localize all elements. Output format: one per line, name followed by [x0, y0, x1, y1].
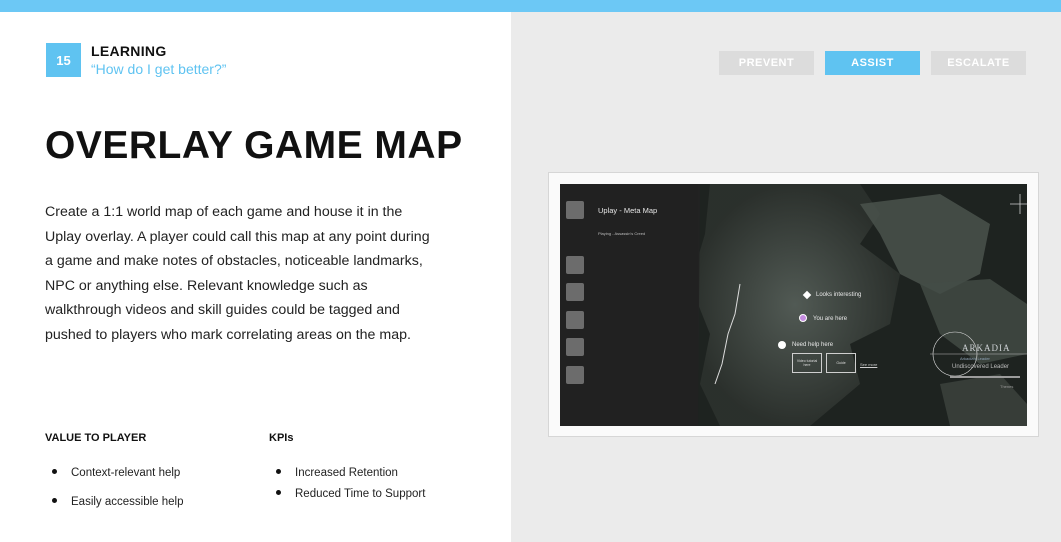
kpi-list-item: Increased Retention: [276, 467, 398, 479]
description-line: Uplay overlay. A player could call this …: [45, 228, 430, 245]
assist-tab[interactable]: ASSIST: [825, 51, 920, 75]
page-title: OVERLAY GAME MAP: [45, 124, 463, 167]
description-line: walkthrough videos and skill guides coul…: [45, 302, 400, 319]
bullet-icon: [276, 469, 281, 475]
prevent-tab[interactable]: PREVENT: [719, 51, 814, 75]
description-line: a game and make notes of obstacles, noti…: [45, 253, 423, 270]
player-avatar-icon[interactable]: [799, 314, 807, 322]
value-list-item: Easily accessible help: [52, 496, 184, 508]
section-title: LEARNING: [91, 43, 167, 59]
app-logo-icon[interactable]: [566, 201, 584, 219]
region-progress-bar: [950, 376, 1020, 378]
value-to-player-heading: VALUE TO PLAYER: [45, 432, 147, 444]
escalate-tab[interactable]: ESCALATE: [931, 51, 1026, 75]
sidebar-nav-icon[interactable]: [566, 256, 584, 274]
region-leader-status: Undiscovered Leader: [952, 364, 1010, 370]
section-number-badge: 15: [46, 43, 81, 77]
now-playing-text: Playing - Assassin's Creed: [598, 231, 646, 236]
region-owner: Thenes: [1000, 384, 1014, 389]
description-line: pushed to players who mark correlating a…: [45, 326, 411, 343]
description-line: NPC or anything else. Relevant knowledge…: [45, 277, 368, 294]
bullet-icon: [276, 490, 281, 496]
description-line: Create a 1:1 world map of each game and …: [45, 204, 403, 220]
region-subtitle: Arkadia's Leader: [960, 356, 990, 361]
sidebar-nav-icon[interactable]: [566, 311, 584, 329]
landmark-pin-label: Looks interesting: [816, 292, 862, 298]
section-subtitle: “How do I get better?”: [91, 61, 227, 77]
kpi-item-text: Reduced Time to Support: [295, 488, 426, 500]
map-sidebar: Uplay - Meta Map Playing - Assassin's Cr…: [560, 184, 698, 426]
help-pin-label: Need help here: [792, 342, 834, 348]
guide-button[interactable]: Guide: [826, 353, 856, 373]
see-more-link[interactable]: See more: [860, 362, 877, 367]
player-location-label: You are here: [813, 316, 848, 322]
video-tutorial-button[interactable]: Video tutorial here: [792, 353, 822, 373]
top-accent-bar: [0, 0, 1061, 12]
description: Create a 1:1 world map of each game and …: [45, 200, 465, 348]
region-name: ARKADIA: [962, 343, 1011, 353]
kpi-item-text: Increased Retention: [295, 467, 398, 479]
kpis-heading: KPIs: [269, 432, 294, 444]
bullet-icon: [52, 469, 57, 475]
value-item-text: Context-relevant help: [71, 467, 181, 479]
sidebar-nav-icon[interactable]: [566, 283, 584, 301]
value-list-item: Context-relevant help: [52, 467, 180, 479]
sidebar-nav-icon[interactable]: [566, 366, 584, 384]
map-window-title: Uplay - Meta Map: [598, 206, 658, 215]
bullet-icon: [52, 498, 57, 504]
value-item-text: Easily accessible help: [71, 496, 184, 508]
sidebar-nav-icon[interactable]: [566, 338, 584, 356]
help-pin-icon[interactable]: [778, 341, 786, 349]
kpi-list-item: Reduced Time to Support: [276, 488, 425, 500]
overlay-map-mockup: Uplay - Meta Map Playing - Assassin's Cr…: [560, 184, 1027, 426]
